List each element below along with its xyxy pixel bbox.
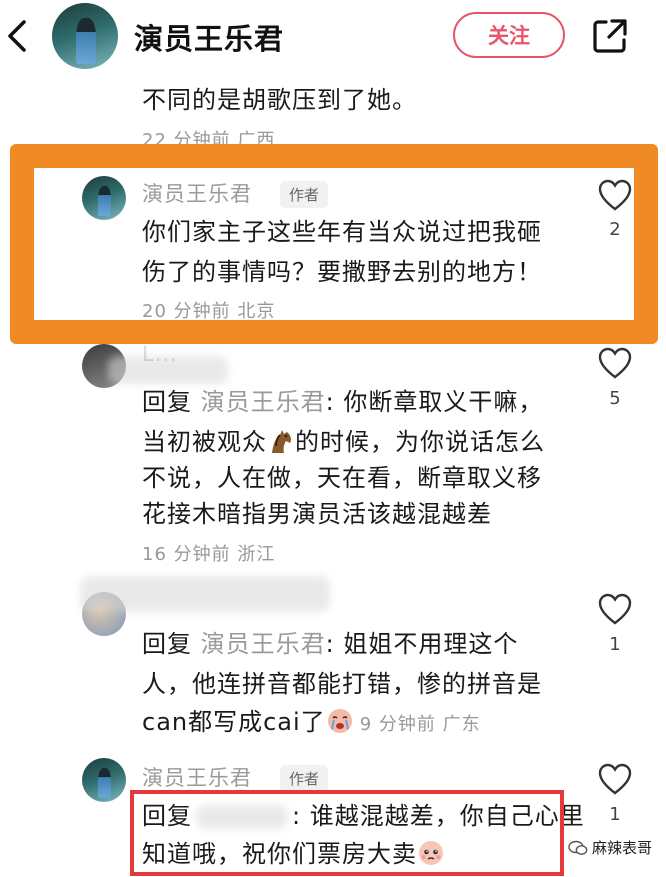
like-count: 1 [609,804,621,825]
mention-link[interactable]: 演员王乐君 [201,630,326,658]
horse-emoji-icon [272,430,291,453]
author-avatar[interactable] [82,758,126,802]
comment-line: 花接木暗指男演员活该越混越差 [142,500,492,528]
avatar-figure [75,17,96,64]
wechat-icon [568,840,588,855]
comment-meta: 16 分钟前 浙江 [142,544,276,565]
comment-line: 人，他连拼音都能打错，惨的拼音是 [142,670,542,698]
comment-author[interactable]: L... [142,342,178,366]
mention-link[interactable]: 演员王乐君 [201,388,326,416]
follow-button[interactable]: 关注 [453,12,565,58]
comment-line: 当初被观众 的时候，为你说话怎么 [142,422,545,462]
comment-line-part: 的时候，为你说话怎么 [295,428,545,456]
comment-meta: 9 分钟前 广东 [359,714,481,735]
back-arrow-icon[interactable] [4,14,34,58]
header-avatar[interactable] [52,3,118,69]
comment-line-part: 当初被观众 [142,428,267,456]
reply-text: : 姐姐不用理这个 [325,630,519,658]
share-icon[interactable] [590,16,630,56]
comment-line: can都写成cai了 9 分钟前 广东 [142,702,481,745]
reply-prefix: 回复 [142,630,201,658]
reply-prefix: 回复 [142,388,201,416]
reply-text: : 你断章取义干嘛， [325,388,544,416]
avatar-figure [97,767,112,799]
crying-emoji-icon [327,709,352,733]
watermark: 麻辣表哥 [568,837,652,858]
red-highlight-box [130,790,564,876]
heart-icon[interactable] [597,592,633,626]
header-title: 演员王乐君 [134,22,285,56]
blurred-username [80,576,330,612]
highlight-box [10,144,658,344]
comment-line: 不说，人在做，天在看，断章取义移 [142,464,542,492]
author-badge: 作者 [280,765,329,792]
like-count: 1 [609,634,621,655]
comment-line-part: can都写成cai了 [142,708,326,736]
comment-author[interactable]: 演员王乐君 [142,762,252,792]
reply-line: 回复 演员王乐君: 姐姐不用理这个 [142,624,518,664]
reply-line: 回复 演员王乐君: 你断章取义干嘛， [142,382,543,422]
like-count: 5 [609,388,621,409]
comment-text: 不同的是胡歌压到了她。 [142,86,417,114]
watermark-text: 麻辣表哥 [591,839,652,857]
heart-icon[interactable] [597,346,633,380]
heart-icon[interactable] [597,762,633,796]
